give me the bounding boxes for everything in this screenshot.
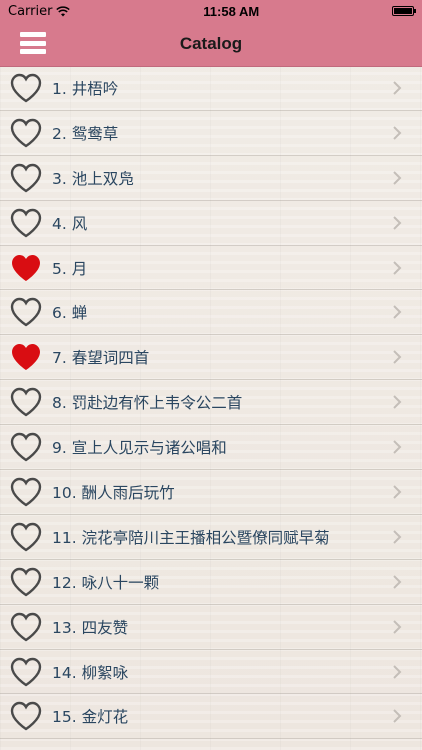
- list-item-label: 2. 鸳鸯草: [52, 124, 119, 143]
- heart-filled-icon[interactable]: [10, 253, 42, 283]
- hamburger-menu-icon[interactable]: [20, 30, 46, 56]
- heart-outline-icon[interactable]: [10, 387, 42, 417]
- carrier-label: Carrier: [8, 3, 53, 19]
- heart-outline-icon[interactable]: [10, 701, 42, 731]
- chevron-right-icon: [393, 709, 402, 724]
- heart-outline-icon[interactable]: [10, 163, 42, 193]
- list-item[interactable]: 9. 宣上人见示与诸公唱和: [0, 425, 422, 471]
- list-item-label: 14. 柳絮咏: [52, 663, 129, 682]
- list-item-label: 1. 井梧吟: [52, 79, 119, 98]
- menu-line: [20, 49, 46, 54]
- list-item-label: 3. 池上双凫: [52, 169, 134, 188]
- list-item[interactable]: 10. 酬人雨后玩竹: [0, 470, 422, 515]
- list-item-label: 11. 浣花亭陪川主王播相公暨僚同赋早菊: [52, 528, 330, 547]
- list-item-label: 6. 蝉: [52, 304, 88, 323]
- list-item[interactable]: 2. 鸳鸯草: [0, 111, 422, 156]
- list-item[interactable]: 3. 池上双凫: [0, 156, 422, 201]
- status-left: Carrier: [8, 3, 71, 19]
- chevron-right-icon: [393, 619, 402, 634]
- list-item-label: 7. 春望词四首: [52, 349, 150, 368]
- heart-outline-icon[interactable]: [10, 297, 42, 327]
- chevron-right-icon: [393, 260, 402, 275]
- list-item[interactable]: 11. 浣花亭陪川主王播相公暨僚同赋早菊: [0, 515, 422, 560]
- heart-outline-icon[interactable]: [10, 432, 42, 462]
- list-item[interactable]: 14. 柳絮咏: [0, 650, 422, 695]
- status-bar: Carrier 11:58 AM: [0, 0, 422, 22]
- list-item-label: 15. 金灯花: [52, 708, 129, 727]
- heart-outline-icon[interactable]: [10, 118, 42, 148]
- list-item[interactable]: 4. 风: [0, 201, 422, 246]
- chevron-right-icon: [393, 530, 402, 544]
- menu-line: [20, 40, 46, 46]
- list-item-label: 4. 风: [52, 214, 88, 233]
- battery-fill: [393, 8, 412, 14]
- battery-icon: [391, 6, 416, 16]
- list-item-label: 12. 咏八十一颗: [52, 573, 160, 592]
- catalog-list: 1. 井梧吟 2. 鸳鸯草 3. 池上双凫 4. 风 5. 月 6. 蝉 7. 春望词四首 8…: [0, 66, 422, 740]
- list-item-label: 5. 月: [52, 259, 88, 278]
- heart-outline-icon[interactable]: [10, 477, 42, 507]
- menu-line: [20, 32, 46, 37]
- list-item-label: 13. 四友赞: [52, 618, 129, 637]
- navigation-bar: Catalog: [0, 22, 422, 67]
- chevron-right-icon: [393, 395, 402, 409]
- list-item[interactable]: 8. 罚赴边有怀上韦令公二首: [0, 380, 422, 426]
- heart-outline-icon[interactable]: [10, 657, 42, 687]
- list-item-label: 9. 宣上人见示与诸公唱和: [52, 439, 227, 458]
- chevron-right-icon: [393, 350, 402, 364]
- chevron-right-icon: [393, 575, 402, 589]
- list-item[interactable]: 5. 月: [0, 246, 422, 291]
- chevron-right-icon: [393, 440, 402, 454]
- list-item[interactable]: 7. 春望词四首: [0, 335, 422, 381]
- chevron-right-icon: [393, 664, 402, 679]
- chevron-right-icon: [393, 215, 402, 230]
- heart-outline-icon[interactable]: [10, 208, 42, 238]
- wifi-icon: [56, 5, 71, 16]
- heart-outline-icon[interactable]: [10, 73, 42, 103]
- chevron-right-icon: [393, 485, 402, 499]
- heart-outline-icon[interactable]: [10, 567, 42, 597]
- chevron-right-icon: [393, 171, 402, 185]
- list-item[interactable]: 12. 咏八十一颗: [0, 560, 422, 605]
- heart-outline-icon[interactable]: [10, 612, 42, 642]
- status-time: 11:58 AM: [203, 3, 260, 19]
- heart-outline-icon[interactable]: [10, 522, 42, 552]
- page-title: Catalog: [179, 34, 243, 53]
- chevron-right-icon: [393, 126, 402, 140]
- list-item[interactable]: 15. 金灯花: [0, 694, 422, 740]
- list-item[interactable]: 6. 蝉: [0, 290, 422, 336]
- list-item[interactable]: 1. 井梧吟: [0, 66, 422, 111]
- heart-filled-icon[interactable]: [10, 342, 42, 372]
- chevron-right-icon: [393, 305, 402, 320]
- list-item-label: 10. 酬人雨后玩竹: [52, 483, 175, 502]
- chevron-right-icon: [393, 81, 402, 95]
- list-item-label: 8. 罚赴边有怀上韦令公二首: [52, 394, 243, 413]
- list-item[interactable]: 13. 四友赞: [0, 605, 422, 650]
